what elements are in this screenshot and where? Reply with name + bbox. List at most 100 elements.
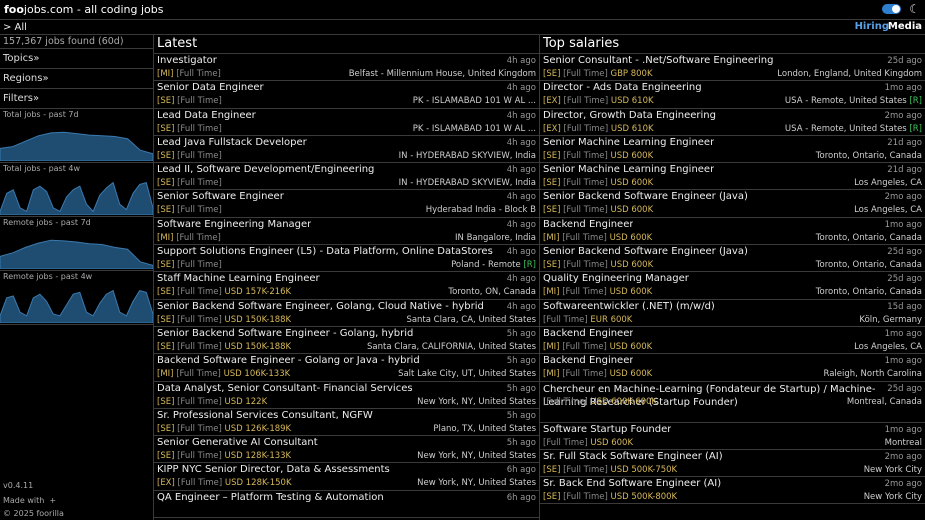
job-level: [SE] <box>543 150 561 161</box>
job-salary: USD 600K-600K <box>590 396 658 407</box>
job-row[interactable]: Senior Generative AI Consultant 5h ago [SE… <box>154 436 539 464</box>
job-row[interactable]: Sr. Full Stack Software Engineer (AI) 2mo… <box>540 450 925 478</box>
job-title[interactable]: Senior Machine Learning Engineer <box>543 164 714 175</box>
job-salary: USD 150K-188K <box>224 314 292 325</box>
job-row[interactable]: Lead Java Fullstack Developer 4h ago [SE] … <box>154 136 539 164</box>
job-row[interactable]: Senior Machine Learning Engineer 21d ago [… <box>540 136 925 164</box>
media-link[interactable]: Media <box>888 20 922 34</box>
job-title[interactable]: Sr. Back End Software Engineer (AI) <box>543 478 721 489</box>
job-level: [SE] <box>157 314 175 325</box>
job-salary: USD 600K <box>610 205 654 216</box>
filters-menu[interactable]: Filters» <box>0 89 153 109</box>
job-row[interactable]: Softwareentwickler (.NET) (m/w/d) 15d ago… <box>540 300 925 327</box>
job-location: Hyderabad India - Block B <box>425 205 536 216</box>
job-title[interactable]: Sr. Professional Services Consultant, NG… <box>157 410 373 421</box>
job-row[interactable]: Staff Machine Learning Engineer 4h ago [SE… <box>154 272 539 300</box>
job-title[interactable]: Softwareentwickler (.NET) (m/w/d) <box>543 301 715 312</box>
job-row[interactable]: KIPP NYC Senior Director, Data & Assessm… <box>154 463 539 491</box>
job-row[interactable]: Data Analyst, Senior Consultant- Financi… <box>154 382 539 409</box>
job-title[interactable]: Director, Growth Data Engineering <box>543 110 716 121</box>
job-row[interactable]: Backend Engineer 1mo ago [MI] [Full Time] … <box>540 218 925 246</box>
job-row[interactable]: Director - Ads Data Engineering 1mo ago [E… <box>540 81 925 109</box>
job-row[interactable]: Senior Machine Learning Engineer 21d ago [… <box>540 163 925 191</box>
job-row[interactable]: Software Startup Founder 1mo ago [Full Ti… <box>540 423 925 450</box>
job-salary: USD 600K <box>609 232 653 243</box>
job-title[interactable]: Senior Software Engineer <box>157 191 284 202</box>
job-row[interactable]: Software Engineering Manager 4h ago [MI] [… <box>154 218 539 246</box>
job-title[interactable]: Senior Backend Software Engineer (Java) <box>543 191 748 202</box>
job-title[interactable]: Lead II, Software Development/Engineerin… <box>157 164 374 175</box>
job-row[interactable]: Investigator 4h ago [MI] [Full Time] Belfa… <box>154 54 539 82</box>
sparkline-area <box>0 289 153 323</box>
job-row[interactable]: QA Engineer – Platform Testing & Automat… <box>154 491 539 519</box>
job-title[interactable]: Software Engineering Manager <box>157 219 311 230</box>
job-row[interactable]: Senior Software Engineer 4h ago [SE] [Full… <box>154 190 539 218</box>
hiring-link[interactable]: Hiring <box>855 20 889 34</box>
job-title[interactable]: Senior Data Engineer <box>157 82 264 93</box>
sparkline-chart: Remote jobs - past 4w <box>0 271 153 325</box>
job-title[interactable]: Lead Data Engineer <box>157 110 256 121</box>
job-title[interactable]: Senior Generative AI Consultant <box>157 437 318 448</box>
moon-icon[interactable]: ☾ <box>909 2 920 16</box>
job-title[interactable]: Backend Engineer <box>543 328 633 339</box>
job-row[interactable]: Sr. Back End Software Engineer (AI) 2mo a… <box>540 477 925 505</box>
job-title[interactable]: Senior Machine Learning Engineer <box>543 137 714 148</box>
job-title[interactable]: Backend Engineer <box>543 355 633 366</box>
job-row[interactable]: Senior Backend Software Engineer (Java) 2… <box>540 245 925 273</box>
job-row[interactable]: Backend Engineer 1mo ago [MI] [Full Time] … <box>540 327 925 355</box>
job-age: 2mo ago <box>884 479 922 490</box>
job-meta: [MI] [Full Time] <box>157 68 221 80</box>
job-row[interactable]: Backend Engineer 1mo ago [MI] [Full Time] … <box>540 354 925 382</box>
job-title[interactable]: Senior Consultant - .Net/Software Engine… <box>543 55 773 66</box>
job-title[interactable]: Quality Engineering Manager <box>543 273 689 284</box>
job-row[interactable]: Backend Software Engineer - Golang or Ja… <box>154 354 539 382</box>
job-title[interactable]: Staff Machine Learning Engineer <box>157 273 320 284</box>
job-location: New York City <box>863 464 922 475</box>
job-row[interactable]: Senior Backend Software Engineer, Golang… <box>154 300 539 327</box>
job-level: [EX] <box>543 123 561 134</box>
job-title[interactable]: Senior Backend Software Engineer (Java) <box>543 246 748 257</box>
theme-toggle[interactable] <box>882 4 901 14</box>
job-meta: [SE] [Full Time] USD 150K-188K <box>157 341 291 353</box>
job-title[interactable]: Backend Software Engineer - Golang or Ja… <box>157 355 420 366</box>
job-row[interactable]: Lead Data Engineer 4h ago [SE] [Full Time]… <box>154 109 539 136</box>
job-type: [Full Time] <box>177 478 223 489</box>
job-row[interactable]: Chercheur en Machine-Learning (Fondateur… <box>540 382 925 423</box>
job-title[interactable]: QA Engineer – Platform Testing & Automat… <box>157 492 384 503</box>
job-level: [SE] <box>543 492 561 503</box>
job-title[interactable]: Data Analyst, Senior Consultant- Financi… <box>157 383 413 394</box>
job-location: Los Angeles, CA <box>854 341 922 352</box>
job-location: Montreal, Canada <box>846 396 922 407</box>
job-type: [Full Time] <box>177 123 222 134</box>
job-row[interactable]: Sr. Professional Services Consultant, NG… <box>154 409 539 437</box>
job-location: Montreal <box>884 437 922 448</box>
job-row[interactable]: Lead II, Software Development/Engineerin… <box>154 163 539 191</box>
job-row[interactable]: Quality Engineering Manager 25d ago [MI] [… <box>540 272 925 300</box>
job-title[interactable]: Software Startup Founder <box>543 424 671 435</box>
job-title[interactable]: Backend Engineer <box>543 219 633 230</box>
job-meta: [Full Time] EUR 600K <box>543 314 632 326</box>
site-logo[interactable]: foojobs.com - all coding jobs <box>4 3 163 16</box>
job-row[interactable]: Senior Backend Software Engineer (Java) 2… <box>540 190 925 218</box>
job-title[interactable]: Lead Java Fullstack Developer <box>157 137 307 148</box>
job-title[interactable]: Senior Backend Software Engineer - Golan… <box>157 328 413 339</box>
job-title[interactable]: Senior Backend Software Engineer, Golang… <box>157 301 484 312</box>
job-salary: USD 600K <box>609 341 653 352</box>
topics-menu[interactable]: Topics» <box>0 49 153 69</box>
job-title[interactable]: Sr. Full Stack Software Engineer (AI) <box>543 451 723 462</box>
job-location: Salt Lake City, UT, United States <box>398 369 536 380</box>
job-row[interactable]: Senior Consultant - .Net/Software Engine… <box>540 54 925 82</box>
regions-menu[interactable]: Regions» <box>0 69 153 89</box>
job-row[interactable]: Support Solutions Engineer (L5) - Data P… <box>154 245 539 273</box>
job-title[interactable]: KIPP NYC Senior Director, Data & Assessm… <box>157 464 390 475</box>
job-location: New York City <box>863 492 922 503</box>
job-title[interactable]: Director - Ads Data Engineering <box>543 82 702 93</box>
breadcrumb[interactable]: > All <box>3 22 27 33</box>
job-title[interactable]: Support Solutions Engineer (L5) - Data P… <box>157 246 493 257</box>
job-row[interactable]: Senior Data Engineer 4h ago [SE] [Full Tim… <box>154 81 539 109</box>
job-level: [SE] <box>157 205 175 216</box>
job-row[interactable]: Senior Backend Software Engineer - Golan… <box>154 327 539 355</box>
job-row[interactable]: Director, Growth Data Engineering 2mo ago… <box>540 109 925 136</box>
job-title[interactable]: Investigator <box>157 55 217 66</box>
job-location: Santa Clara, CALIFORNIA, United States <box>367 341 536 352</box>
